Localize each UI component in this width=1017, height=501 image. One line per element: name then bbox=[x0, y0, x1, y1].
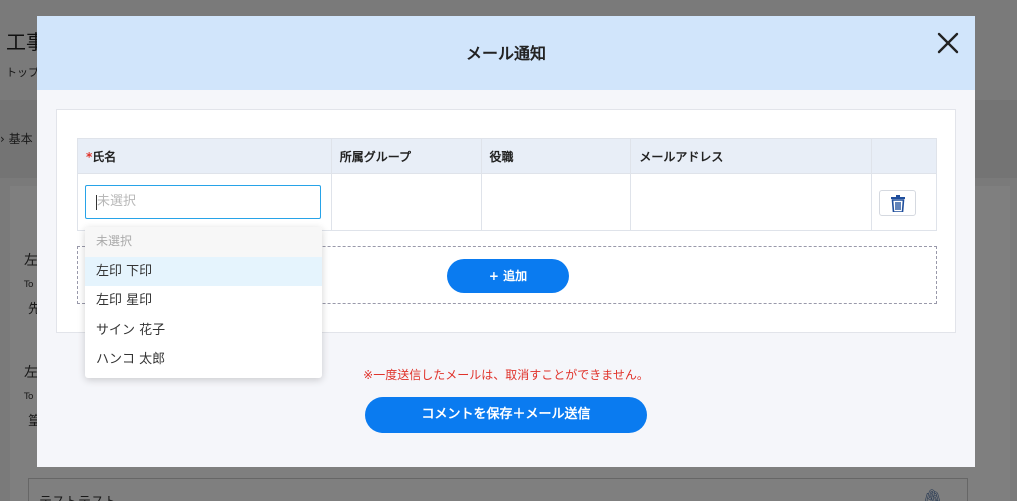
close-icon bbox=[937, 32, 959, 54]
modal-header: メール通知 bbox=[37, 16, 975, 90]
dropdown-option[interactable]: サイン 花子 bbox=[85, 316, 322, 346]
save-and-send-button[interactable]: コメントを保存＋メール送信 bbox=[365, 397, 647, 433]
name-dropdown-menu: 未選択 左印 下印 左印 星印 サイン 花子 ハンコ 太郎 bbox=[85, 227, 322, 378]
name-select-input[interactable]: 未選択 bbox=[85, 185, 321, 219]
cell-position bbox=[480, 173, 632, 231]
dropdown-option[interactable]: 左印 星印 bbox=[85, 286, 322, 316]
delete-row-button[interactable] bbox=[879, 190, 916, 216]
recipient-panel: *氏名 所属グループ 役職 メールアドレス 未選択 + 追加 未選択 左印 下印… bbox=[56, 109, 956, 378]
dropdown-option[interactable]: ハンコ 太郎 bbox=[85, 345, 322, 375]
column-header-name: *氏名 bbox=[77, 138, 332, 174]
dropdown-option[interactable]: 左印 下印 bbox=[85, 256, 322, 286]
dropdown-option: 未選択 bbox=[85, 227, 322, 257]
close-button[interactable] bbox=[935, 30, 961, 56]
column-header-position: 役職 bbox=[480, 138, 632, 174]
column-header-email: メールアドレス bbox=[630, 138, 873, 174]
column-header-group: 所属グループ bbox=[330, 138, 482, 174]
add-button[interactable]: + 追加 bbox=[447, 259, 569, 293]
mail-notification-modal: メール通知 *氏名 所属グループ 役職 メールアドレス 未選択 + 追加 未選択… bbox=[37, 16, 975, 467]
trash-icon bbox=[891, 195, 905, 212]
column-header-label: 氏名 bbox=[92, 149, 117, 164]
cell-group bbox=[330, 173, 482, 231]
cell-email bbox=[630, 173, 873, 231]
column-header-actions bbox=[871, 138, 937, 174]
modal-title: メール通知 bbox=[465, 44, 546, 63]
